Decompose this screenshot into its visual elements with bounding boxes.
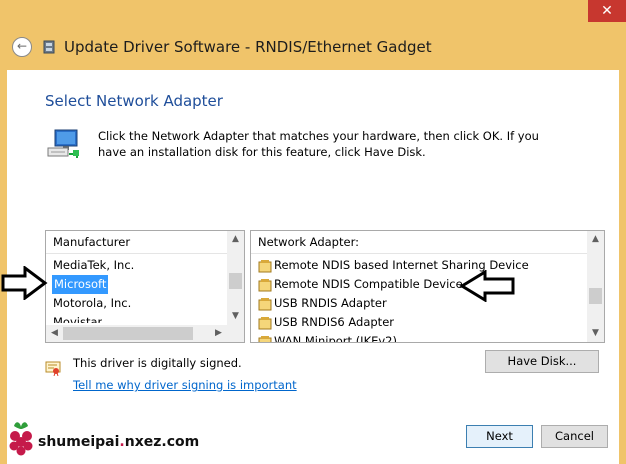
scroll-up-arrow-icon[interactable]: ▲ <box>227 231 244 248</box>
scroll-down-arrow-icon[interactable]: ▼ <box>587 325 604 342</box>
scroll-right-arrow-icon[interactable]: ▶ <box>210 325 227 342</box>
driver-package-icon <box>258 336 272 342</box>
outline-arrow-icon <box>459 270 515 302</box>
driver-package-icon <box>258 260 272 273</box>
scroll-left-arrow-icon[interactable]: ◀ <box>46 325 63 342</box>
manufacturer-vertical-scrollbar[interactable]: ▲ ▼ <box>227 231 244 342</box>
adapter-vscroll-thumb[interactable] <box>589 288 602 304</box>
network-adapter-icon <box>43 40 55 54</box>
adapter-item-wan-miniport[interactable]: WAN Miniport (IKEv2) <box>274 332 397 342</box>
driver-signing-link[interactable]: Tell me why driver signing is important <box>73 378 297 392</box>
scroll-down-arrow-icon[interactable]: ▼ <box>227 308 244 325</box>
watermark: shumeipai.nxez.com <box>4 418 199 460</box>
window-title: Update Driver Software - RNDIS/Ethernet … <box>64 38 432 56</box>
network-adapter-column-header: Network Adapter: <box>251 231 587 254</box>
back-button[interactable]: ← <box>12 37 32 57</box>
cancel-button[interactable]: Cancel <box>541 425 608 448</box>
scroll-up-arrow-icon[interactable]: ▲ <box>587 231 604 248</box>
instructions-text: Click the Network Adapter that matches y… <box>98 129 539 159</box>
manufacturer-item-microsoft[interactable]: Microsoft <box>52 275 109 294</box>
network-adapter-list[interactable]: Network Adapter: Remote NDIS based Inter… <box>250 230 605 343</box>
page-heading: Select Network Adapter <box>45 92 223 110</box>
signed-certificate-icon <box>45 361 61 376</box>
watermark-text: shumeipai.nxez.com <box>38 434 200 450</box>
dialog-content: Select Network Adapter Click the Network… <box>1 70 619 464</box>
close-button[interactable]: ✕ <box>588 0 626 22</box>
manufacturer-item-motorola[interactable]: Motorola, Inc. <box>53 294 131 313</box>
driver-package-icon <box>258 317 272 330</box>
driver-package-icon <box>258 279 272 292</box>
manufacturer-list[interactable]: Manufacturer MediaTek, Inc. Microsoft Mo… <box>45 230 245 343</box>
have-disk-button[interactable]: Have Disk... <box>485 350 599 373</box>
adapter-item-usb-rndis[interactable]: USB RNDIS Adapter <box>274 294 387 313</box>
adapter-vertical-scrollbar[interactable]: ▲ ▼ <box>587 231 604 342</box>
manufacturer-vscroll-thumb[interactable] <box>229 273 242 289</box>
manufacturer-item-mediatek[interactable]: MediaTek, Inc. <box>53 256 134 275</box>
back-arrow-icon: ← <box>16 39 28 53</box>
outline-arrow-icon <box>1 266 48 300</box>
manufacturer-column-header: Manufacturer <box>46 231 227 254</box>
adapter-item-compatible-device[interactable]: Remote NDIS Compatible Device <box>274 275 463 294</box>
title-bar: ← Update Driver Software - RNDIS/Etherne… <box>0 28 626 68</box>
manufacturer-hscroll-thumb[interactable] <box>63 327 193 340</box>
raspberry-pi-logo-icon <box>9 422 33 456</box>
adapter-item-usb-rndis6[interactable]: USB RNDIS6 Adapter <box>274 313 394 332</box>
manufacturer-horizontal-scrollbar[interactable]: ◀ ▶ <box>46 325 227 342</box>
signed-status-text: This driver is digitally signed. <box>73 356 242 370</box>
next-button[interactable]: Next <box>466 425 533 448</box>
driver-package-icon <box>258 298 272 311</box>
network-computer-icon <box>47 129 79 158</box>
manufacturer-item-movistar[interactable]: Movistar <box>53 313 102 323</box>
